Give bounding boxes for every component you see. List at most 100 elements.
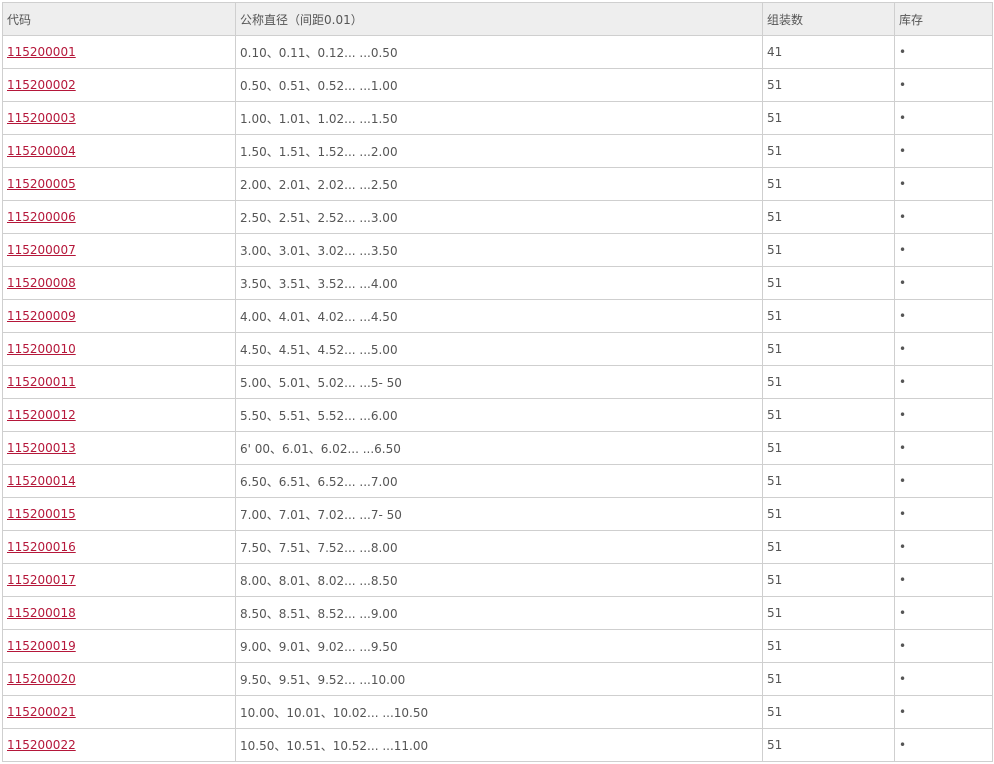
assembly-count-cell: 51: [762, 266, 895, 300]
code-cell: 115200016: [2, 530, 236, 564]
product-code-link[interactable]: 115200017: [7, 573, 76, 587]
assembly-count-cell: 51: [762, 431, 895, 465]
stock-indicator: •: [894, 629, 993, 663]
table-row: 115200021 10.00、10.01、10.02... ...10.50 51…: [2, 695, 993, 729]
stock-indicator: •: [894, 233, 993, 267]
code-cell: 115200005: [2, 167, 236, 201]
product-code-link[interactable]: 115200005: [7, 177, 76, 191]
stock-indicator: •: [894, 200, 993, 234]
header-stock: 库存: [894, 2, 993, 36]
table-row: 115200012 5.50、5.51、5.52... ...6.00 51 •: [2, 398, 993, 432]
code-cell: 115200018: [2, 596, 236, 630]
product-code-link[interactable]: 115200001: [7, 45, 76, 59]
product-code-link[interactable]: 115200007: [7, 243, 76, 257]
code-cell: 115200009: [2, 299, 236, 333]
stock-indicator: •: [894, 299, 993, 333]
assembly-count-cell: 51: [762, 299, 895, 333]
nominal-diameter-cell: 0.50、0.51、0.52... ...1.00: [235, 68, 763, 102]
product-code-link[interactable]: 115200002: [7, 78, 76, 92]
assembly-count-cell: 51: [762, 200, 895, 234]
product-code-link[interactable]: 115200021: [7, 705, 76, 719]
product-code-link[interactable]: 115200015: [7, 507, 76, 521]
product-code-link[interactable]: 115200018: [7, 606, 76, 620]
table-row: 115200018 8.50、8.51、8.52... ...9.00 51 •: [2, 596, 993, 630]
code-cell: 115200007: [2, 233, 236, 267]
stock-indicator: •: [894, 134, 993, 168]
stock-indicator: •: [894, 398, 993, 432]
nominal-diameter-cell: 2.00、2.01、2.02... ...2.50: [235, 167, 763, 201]
stock-indicator: •: [894, 497, 993, 531]
product-code-link[interactable]: 115200010: [7, 342, 76, 356]
stock-indicator: •: [894, 464, 993, 498]
header-code: 代码: [2, 2, 236, 36]
product-code-link[interactable]: 115200009: [7, 309, 76, 323]
stock-indicator: •: [894, 266, 993, 300]
product-code-link[interactable]: 115200013: [7, 441, 76, 455]
stock-indicator: •: [894, 431, 993, 465]
code-cell: 115200014: [2, 464, 236, 498]
table-row: 115200005 2.00、2.01、2.02... ...2.50 51 •: [2, 167, 993, 201]
nominal-diameter-cell: 3.00、3.01、3.02... ...3.50: [235, 233, 763, 267]
nominal-diameter-cell: 2.50、2.51、2.52... ...3.00: [235, 200, 763, 234]
assembly-count-cell: 51: [762, 68, 895, 102]
code-cell: 115200008: [2, 266, 236, 300]
header-nominal-diameter: 公称直径（间距0.01）: [235, 2, 763, 36]
assembly-count-cell: 51: [762, 629, 895, 663]
nominal-diameter-cell: 8.00、8.01、8.02... ...8.50: [235, 563, 763, 597]
product-code-link[interactable]: 115200014: [7, 474, 76, 488]
nominal-diameter-cell: 5.50、5.51、5.52... ...6.00: [235, 398, 763, 432]
stock-indicator: •: [894, 167, 993, 201]
product-code-link[interactable]: 115200022: [7, 738, 76, 752]
table-header-row: 代码 公称直径（间距0.01） 组装数 库存: [2, 2, 993, 36]
table-row: 115200015 7.00、7.01、7.02... ...7- 50 51 •: [2, 497, 993, 531]
product-code-link[interactable]: 115200008: [7, 276, 76, 290]
code-cell: 115200004: [2, 134, 236, 168]
stock-indicator: •: [894, 596, 993, 630]
assembly-count-cell: 51: [762, 563, 895, 597]
table-row: 115200014 6.50、6.51、6.52... ...7.00 51 •: [2, 464, 993, 498]
nominal-diameter-cell: 8.50、8.51、8.52... ...9.00: [235, 596, 763, 630]
stock-indicator: •: [894, 35, 993, 69]
nominal-diameter-cell: 10.50、10.51、10.52... ...11.00: [235, 728, 763, 762]
table-row: 115200006 2.50、2.51、2.52... ...3.00 51 •: [2, 200, 993, 234]
code-cell: 115200003: [2, 101, 236, 135]
product-code-link[interactable]: 115200006: [7, 210, 76, 224]
product-code-link[interactable]: 115200016: [7, 540, 76, 554]
product-code-link[interactable]: 115200020: [7, 672, 76, 686]
code-cell: 115200006: [2, 200, 236, 234]
product-code-link[interactable]: 115200019: [7, 639, 76, 653]
product-code-link[interactable]: 115200011: [7, 375, 76, 389]
assembly-count-cell: 51: [762, 596, 895, 630]
assembly-count-cell: 51: [762, 728, 895, 762]
stock-indicator: •: [894, 662, 993, 696]
assembly-count-cell: 51: [762, 134, 895, 168]
code-cell: 115200015: [2, 497, 236, 531]
code-cell: 115200017: [2, 563, 236, 597]
stock-indicator: •: [894, 728, 993, 762]
nominal-diameter-cell: 9.50、9.51、9.52... ...10.00: [235, 662, 763, 696]
stock-indicator: •: [894, 332, 993, 366]
nominal-diameter-cell: 6.50、6.51、6.52... ...7.00: [235, 464, 763, 498]
product-code-link[interactable]: 115200003: [7, 111, 76, 125]
assembly-count-cell: 51: [762, 530, 895, 564]
table-row: 115200022 10.50、10.51、10.52... ...11.00 51…: [2, 728, 993, 762]
nominal-diameter-cell: 4.00、4.01、4.02... ...4.50: [235, 299, 763, 333]
product-table: 代码 公称直径（间距0.01） 组装数 库存 115200001 0.10、0.1…: [2, 2, 993, 762]
product-code-link[interactable]: 115200012: [7, 408, 76, 422]
code-cell: 115200022: [2, 728, 236, 762]
product-code-link[interactable]: 115200004: [7, 144, 76, 158]
nominal-diameter-cell: 7.50、7.51、7.52... ...8.00: [235, 530, 763, 564]
assembly-count-cell: 41: [762, 35, 895, 69]
assembly-count-cell: 51: [762, 365, 895, 399]
code-cell: 115200010: [2, 332, 236, 366]
stock-indicator: •: [894, 563, 993, 597]
stock-indicator: •: [894, 695, 993, 729]
table-row: 115200009 4.00、4.01、4.02... ...4.50 51 •: [2, 299, 993, 333]
nominal-diameter-cell: 6' 00、6.01、6.02... ...6.50: [235, 431, 763, 465]
assembly-count-cell: 51: [762, 233, 895, 267]
nominal-diameter-cell: 7.00、7.01、7.02... ...7- 50: [235, 497, 763, 531]
table-row: 115200010 4.50、4.51、4.52... ...5.00 51 •: [2, 332, 993, 366]
nominal-diameter-cell: 9.00、9.01、9.02... ...9.50: [235, 629, 763, 663]
assembly-count-cell: 51: [762, 101, 895, 135]
assembly-count-cell: 51: [762, 662, 895, 696]
